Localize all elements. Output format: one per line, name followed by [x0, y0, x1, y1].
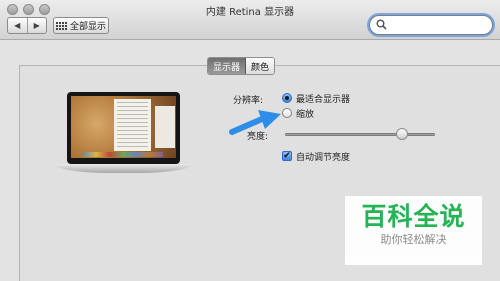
watermark-subtitle: 助你轻松解决 [380, 233, 447, 246]
tab-color[interactable]: 颜色 [246, 58, 275, 74]
search-icon [376, 19, 387, 30]
auto-brightness-label: 自动调节亮度 [296, 153, 351, 163]
radio-best-for-display[interactable] [282, 93, 292, 103]
back-forward-control: ◀ ▶ [7, 17, 47, 34]
laptop-illustration [67, 92, 180, 164]
show-all-label: 全部显示 [69, 22, 106, 32]
tab-bar: 显示器 颜色 [207, 57, 276, 75]
search-input[interactable] [390, 18, 485, 32]
brightness-slider-thumb[interactable] [396, 128, 408, 140]
watermark: 百科全说 助你轻松解决 [345, 196, 482, 265]
resolution-label: 分辨率: [233, 96, 264, 106]
option-best-for-display-label: 最适合显示器 [296, 95, 351, 105]
tab-display[interactable]: 显示器 [208, 58, 247, 74]
dock-image [83, 152, 163, 157]
back-button[interactable]: ◀ [8, 18, 28, 33]
option-scaled-label: 缩放 [296, 110, 315, 120]
document-window-image [114, 99, 151, 151]
forward-button[interactable]: ▶ [28, 18, 47, 33]
watermark-title: 百科全说 [361, 202, 466, 231]
blue-arrow-annotation [229, 110, 281, 135]
grid-icon [55, 21, 67, 30]
auto-brightness-checkbox[interactable]: ✔ [282, 151, 292, 161]
title-bar: 内建 Retina 显示器 ◀ ▶ 全部显示 [0, 0, 500, 40]
brightness-slider-track[interactable] [285, 133, 435, 136]
search-field[interactable] [369, 15, 493, 35]
show-all-button[interactable]: 全部显示 [53, 17, 109, 34]
